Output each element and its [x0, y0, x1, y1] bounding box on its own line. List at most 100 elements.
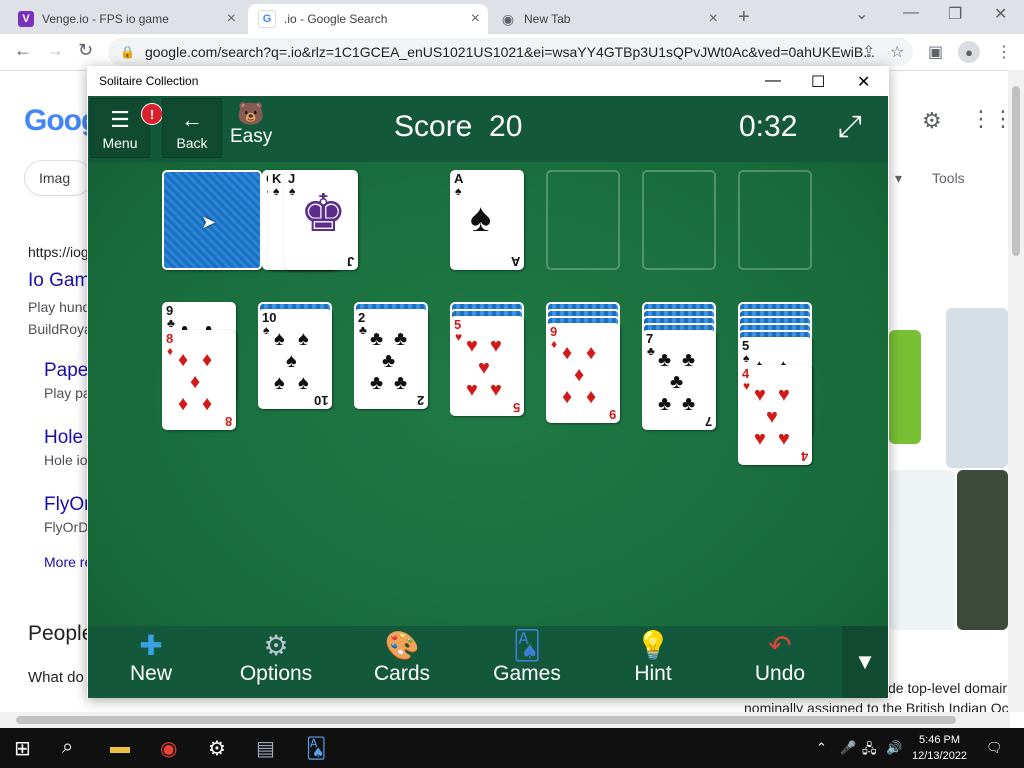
suit-pip-icon: ♥: [778, 384, 790, 406]
options-button[interactable]: ⚙ Options: [236, 630, 316, 696]
back-arrow-icon[interactable]: ←: [14, 40, 32, 61]
tab-google-search[interactable]: G .io - Google Search ×: [248, 4, 488, 34]
profile-avatar-icon[interactable]: ●: [958, 41, 980, 63]
lightbulb-icon: 💡: [635, 630, 671, 661]
search-icon[interactable]: ⌕: [62, 736, 73, 759]
suit-pip-icon: ♥: [466, 379, 478, 401]
card-rank: J: [346, 254, 354, 269]
waste-card-top[interactable]: J ♠ ♚ J: [284, 170, 358, 270]
chevron-up-icon[interactable]: ⌃: [816, 740, 827, 756]
undo-button[interactable]: ↶ Undo: [750, 630, 810, 696]
foundation-pile-4[interactable]: [738, 170, 812, 270]
file-explorer-icon[interactable]: ▬: [110, 736, 130, 759]
tab-venge[interactable]: V Venge.io - FPS io game ×: [8, 4, 244, 34]
reload-icon[interactable]: ↻: [78, 40, 93, 61]
close-tab-icon[interactable]: ×: [471, 10, 480, 28]
menu-label: Menu: [102, 135, 138, 151]
tableau-card[interactable]: 5 ♥ ♥ ♥ ♥ ♥ ♥ 5: [450, 316, 524, 416]
microphone-icon[interactable]: 🎤: [840, 740, 856, 756]
thumbnail-image[interactable]: [957, 470, 1008, 630]
notification-icon[interactable]: 🗨: [986, 740, 1003, 756]
settings-gear-icon[interactable]: ⚙: [922, 108, 942, 134]
minimize-icon[interactable]: —: [903, 4, 919, 22]
maximize-icon[interactable]: ☐: [811, 72, 825, 92]
games-button[interactable]: 🂡 Games: [492, 630, 562, 696]
sublink-title[interactable]: FlyOr: [44, 494, 90, 516]
close-icon[interactable]: ✕: [857, 72, 870, 92]
fullscreen-icon[interactable]: ⤢: [838, 110, 862, 144]
question-item[interactable]: What do: [28, 669, 84, 686]
score-label: Score: [394, 110, 473, 143]
sublink-title[interactable]: Hole: [44, 427, 83, 449]
tableau-card[interactable]: 4 ♥ ♥ ♥ ♥ ♥ ♥ 4: [738, 365, 812, 465]
cards-button[interactable]: 🎨 Cards: [372, 630, 432, 696]
tableau-card[interactable]: 7 ♣ ♣ ♣ ♣ ♣ ♣ 7: [642, 330, 716, 430]
tableau-card[interactable]: 9 ♦ ♦ ♦ ♦ ♦ ♦ 9: [546, 323, 620, 423]
game-table: ☰ Menu ! ← Back 🐻 Easy Score 20 0:32 ⤢ K…: [88, 96, 888, 698]
foundation-pile-1[interactable]: A ♠ ♠ A: [450, 170, 524, 270]
share-icon[interactable]: ⇪: [862, 42, 875, 62]
suit-pip-icon: ♣: [370, 372, 384, 394]
sublink-snippet: Hole io: [44, 452, 88, 468]
horizontal-scrollbar[interactable]: [0, 712, 1010, 728]
foundation-pile-2[interactable]: [546, 170, 620, 270]
side-panel-icon[interactable]: ▣: [928, 42, 943, 62]
window-title: Solitaire Collection: [99, 74, 199, 88]
more-results-link[interactable]: More re: [44, 554, 92, 570]
collapse-toolbar-chevron-down-icon[interactable]: ▼: [842, 626, 888, 698]
tab-search-icon[interactable]: ⌄: [855, 4, 868, 24]
close-tab-icon[interactable]: ×: [227, 10, 236, 28]
score-value: 20: [489, 110, 523, 143]
thumbnail-image[interactable]: [946, 308, 1008, 468]
card-suit: ♠: [263, 323, 270, 337]
card-suit: ♠: [455, 184, 462, 198]
thumbnail-image[interactable]: [889, 330, 921, 444]
foundation-pile-3[interactable]: [642, 170, 716, 270]
card-rank: 7: [704, 414, 712, 429]
result-title-link[interactable]: Io Gam: [28, 270, 90, 292]
vertical-scrollbar[interactable]: [1008, 70, 1024, 712]
hint-button[interactable]: 💡 Hint: [628, 630, 678, 696]
suit-pip-icon: ♣: [394, 328, 408, 350]
chrome-icon[interactable]: ◉: [160, 736, 177, 761]
new-tab-icon[interactable]: +: [738, 6, 750, 29]
suit-pip-icon: ♥: [490, 379, 502, 401]
tableau-card[interactable]: 10 ♠ ♠ ♠ ♠ ♠ ♠ 10: [258, 309, 332, 409]
minimize-icon[interactable]: —: [765, 72, 781, 90]
volume-icon[interactable]: 🔊: [886, 740, 902, 756]
suit-pip-icon: ♦: [586, 386, 597, 408]
images-chip[interactable]: Imag: [24, 160, 92, 196]
menu-button[interactable]: ☰ Menu !: [90, 98, 163, 158]
lock-icon: 🔒: [120, 45, 135, 59]
button-label: Options: [239, 662, 313, 685]
tableau-card[interactable]: 2 ♣ ♣ ♣ ♣ ♣ ♣ 2: [354, 309, 428, 409]
dropdown-icon[interactable]: ▾: [895, 170, 902, 187]
suit-pip-icon: ♠: [286, 350, 297, 372]
plus-icon: ✚: [139, 630, 163, 661]
tools-button[interactable]: Tools: [932, 170, 965, 186]
clock-date: 12/13/2022: [912, 750, 968, 762]
new-game-button[interactable]: ✚ New: [126, 630, 176, 696]
tableau-card[interactable]: 8 ♦ ♦ ♦ ♦ ♦ ♦ 8: [162, 330, 236, 430]
bookmark-star-icon[interactable]: ☆: [890, 42, 904, 62]
back-button[interactable]: ← Back: [162, 98, 222, 158]
thumbnail-image[interactable]: [889, 470, 955, 630]
app-icon[interactable]: ▤: [256, 736, 275, 761]
network-icon[interactable]: 🖧: [862, 740, 877, 762]
more-menu-icon[interactable]: ⋮: [996, 42, 1012, 62]
card-rank: A: [510, 254, 520, 269]
sublink-title[interactable]: Pape: [44, 360, 88, 382]
address-bar[interactable]: 🔒 google.com/search?q=.io&rlz=1C1GCEA_en…: [108, 38, 913, 66]
tab-new-tab[interactable]: ◉ New Tab ×: [490, 4, 726, 34]
close-tab-icon[interactable]: ×: [709, 10, 718, 28]
windows-start-icon[interactable]: ⊞: [14, 736, 31, 761]
result-snippet: Play hund: [28, 299, 91, 315]
close-icon[interactable]: ✕: [994, 4, 1007, 24]
solitaire-app-icon[interactable]: 🂡: [306, 736, 326, 761]
system-clock[interactable]: 5:46 PM 12/13/2022: [912, 732, 967, 764]
restore-icon[interactable]: ❐: [948, 4, 962, 24]
forward-arrow-icon[interactable]: →: [46, 40, 64, 61]
notification-badge: !: [141, 103, 163, 125]
suit-pip-icon: ♦: [586, 342, 597, 364]
settings-gear-icon[interactable]: ⚙: [208, 736, 226, 761]
